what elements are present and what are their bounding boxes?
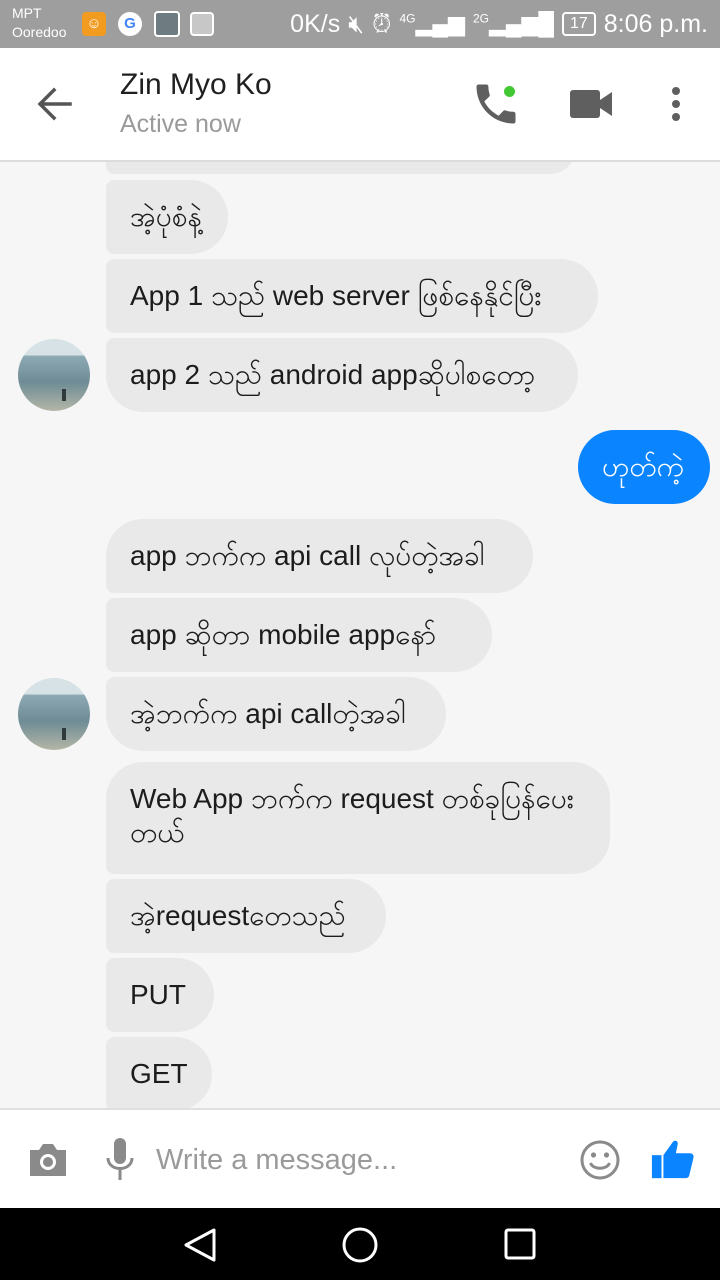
message-bubble[interactable]: app ဘက်က api call လုပ်တဲ့အခါ bbox=[106, 519, 533, 593]
sent-message-bubble[interactable]: ဟုတ်ကဲ့ bbox=[578, 430, 710, 504]
google-icon: G bbox=[118, 12, 142, 36]
circle-home-icon bbox=[342, 1227, 378, 1263]
mute-icon: 🔇︎ bbox=[348, 9, 364, 38]
video-call-button[interactable] bbox=[568, 84, 616, 124]
video-camera-icon bbox=[570, 90, 612, 118]
message-bubble[interactable]: အဲ့requestတေသည် bbox=[106, 879, 386, 953]
conversation-header: Zin Myo Ko Active now bbox=[0, 48, 720, 162]
contact-avatar[interactable] bbox=[18, 678, 90, 750]
system-back-button[interactable] bbox=[182, 1226, 220, 1264]
more-options-button[interactable] bbox=[656, 78, 696, 130]
status-bar: MPT Ooredoo ☺ G 0K/s 🔇︎ ⏰︎ 4G▂▄▆ 2G▂▄▆█ … bbox=[0, 0, 720, 48]
back-button[interactable] bbox=[30, 78, 82, 130]
contact-avatar[interactable] bbox=[18, 339, 90, 411]
message-bubble[interactable]: GET bbox=[106, 1037, 212, 1108]
carrier-1: MPT bbox=[12, 5, 42, 21]
system-navigation-bar bbox=[0, 1208, 720, 1280]
status-right: 0K/s 🔇︎ ⏰︎ 4G▂▄▆ 2G▂▄▆█ 17 8:06 p.m. bbox=[290, 0, 708, 48]
smiley-icon bbox=[580, 1140, 620, 1180]
arrow-left-icon bbox=[37, 87, 72, 121]
camera-icon bbox=[30, 1144, 66, 1176]
signal-4g-icon: 4G▂▄▆ bbox=[399, 11, 465, 36]
square-recents-icon bbox=[504, 1228, 536, 1260]
net-type-2: 2G bbox=[472, 11, 489, 26]
message-bubble[interactable]: Web App ဘက်က request တစ်ခုပြန်ပေးတယ် bbox=[106, 762, 610, 874]
alarm-icon: ⏰︎ bbox=[371, 9, 392, 38]
message-bubble[interactable]: app 2 သည် android appဆိုပါစတော့ bbox=[106, 338, 578, 412]
contact-name[interactable]: Zin Myo Ko bbox=[120, 68, 272, 102]
photo-notification-icon bbox=[154, 11, 180, 37]
message-input[interactable] bbox=[150, 1134, 562, 1186]
message-bubble[interactable]: PUT bbox=[106, 958, 214, 1032]
like-button[interactable] bbox=[650, 1136, 696, 1182]
contact-status: Active now bbox=[120, 110, 241, 138]
voice-call-button[interactable] bbox=[470, 78, 526, 130]
message-bubble[interactable]: အဲ့ပုံစံနဲ့ bbox=[106, 180, 228, 254]
phone-icon bbox=[476, 84, 516, 124]
carrier-2: Ooredoo bbox=[12, 24, 67, 40]
battery-icon: 17 bbox=[561, 12, 596, 36]
message-list[interactable]: အဲ့ပုံစံနဲ့ App 1 သည် web server ဖြစ်နေန… bbox=[0, 162, 720, 1108]
message-composer bbox=[0, 1108, 720, 1210]
gallery-notification-icon bbox=[190, 12, 214, 36]
system-home-button[interactable] bbox=[340, 1225, 380, 1265]
signal-2g-icon: 2G▂▄▆█ bbox=[472, 11, 554, 36]
network-speed: 0K/s bbox=[290, 9, 341, 38]
system-recents-button[interactable] bbox=[503, 1227, 537, 1261]
triangle-back-icon bbox=[184, 1228, 216, 1262]
partial-message-bubble bbox=[106, 162, 576, 174]
microphone-button[interactable] bbox=[104, 1136, 136, 1184]
emoji-button[interactable] bbox=[578, 1138, 622, 1182]
online-indicator bbox=[504, 86, 515, 97]
message-bubble[interactable]: အဲ့ဘက်က api callတဲ့အခါ bbox=[106, 677, 446, 751]
thumbs-up-icon bbox=[651, 1140, 694, 1179]
net-type-1: 4G bbox=[399, 11, 416, 26]
camera-button[interactable] bbox=[26, 1140, 70, 1180]
vertical-dots-icon bbox=[672, 87, 680, 121]
uc-browser-icon: ☺ bbox=[82, 12, 106, 36]
carrier-labels: MPT Ooredoo bbox=[12, 4, 66, 42]
clock: 8:06 p.m. bbox=[603, 9, 708, 38]
message-bubble[interactable]: App 1 သည် web server ဖြစ်နေနိုင်ပြီး bbox=[106, 259, 598, 333]
message-bubble[interactable]: app ဆိုတာ mobile appနော် bbox=[106, 598, 492, 672]
microphone-icon bbox=[106, 1138, 134, 1180]
